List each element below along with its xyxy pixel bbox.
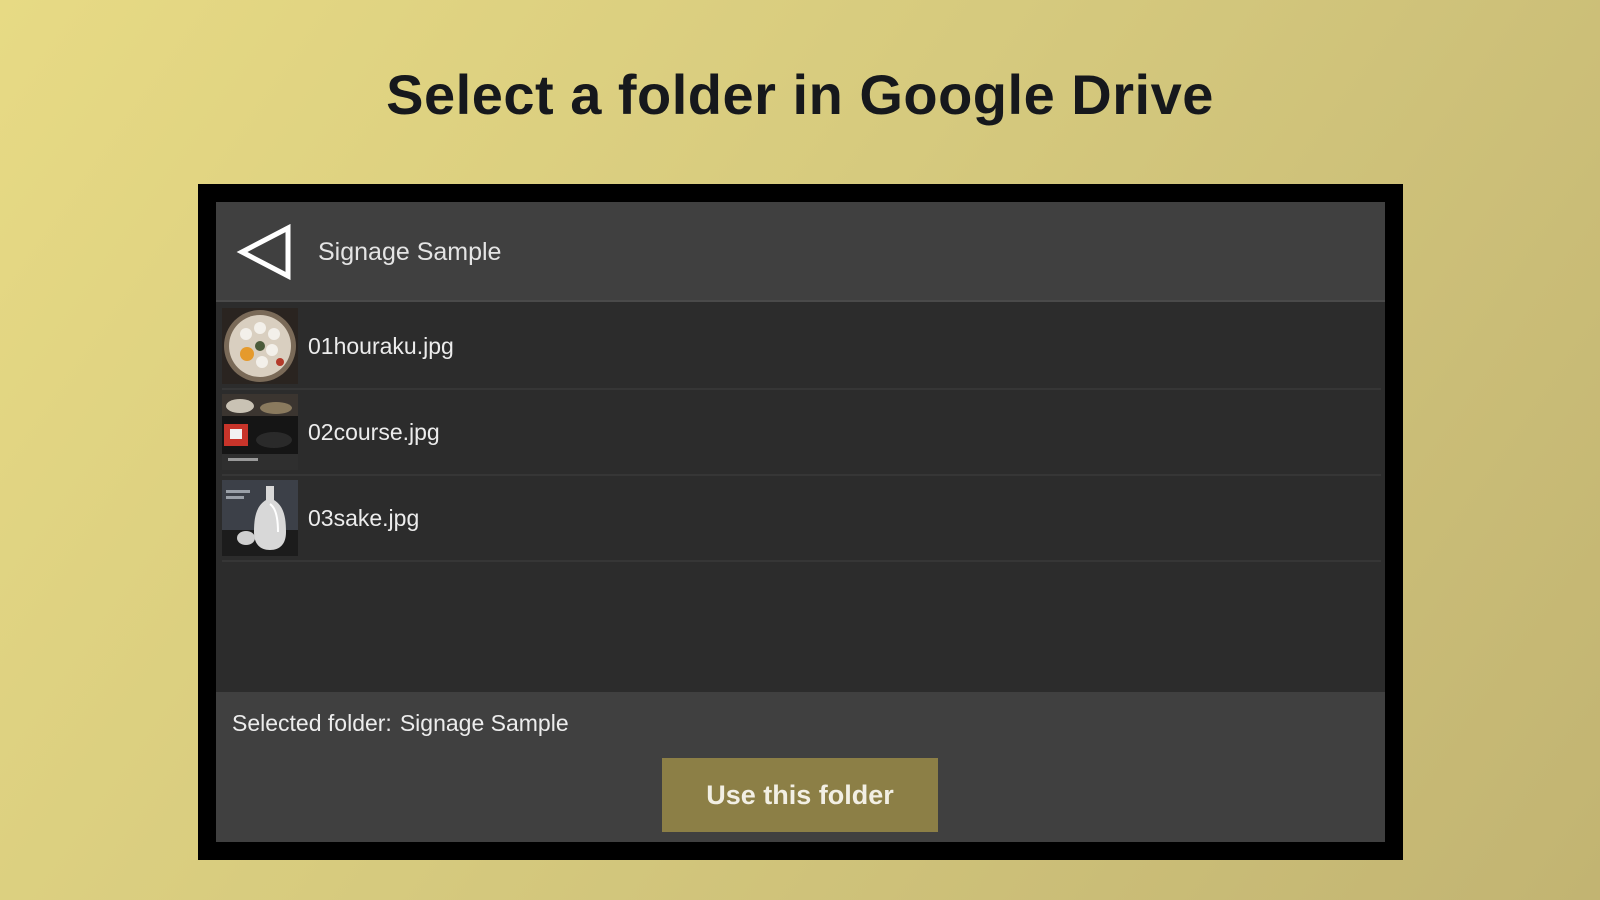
page-title: Select a folder in Google Drive — [386, 63, 1214, 126]
sake-bottle-thumbnail — [222, 480, 298, 556]
file-name: 02course.jpg — [308, 419, 440, 445]
file-list: 01houraku.jpg 02course.jpg 03sake.jpg — [222, 304, 1381, 562]
sushi-platter-thumbnail — [222, 308, 298, 384]
file-row[interactable]: 03sake.jpg — [222, 476, 1381, 562]
triangle-left-back-icon — [236, 224, 291, 280]
device-frame: Signage Sample 01houraku.jpg 02course.jp… — [198, 184, 1403, 860]
footer-panel: Selected folder: Signage Sample Use this … — [216, 692, 1385, 842]
selected-folder-caption: Selected folder: — [232, 710, 392, 736]
selected-folder-label: Selected folder: Signage Sample — [232, 710, 569, 737]
file-row[interactable]: 01houraku.jpg — [222, 304, 1381, 390]
use-this-folder-button[interactable]: Use this folder — [662, 758, 938, 832]
selected-folder-value: Signage Sample — [399, 710, 569, 736]
current-folder-title: Signage Sample — [318, 238, 502, 266]
course-meal-thumbnail — [222, 394, 298, 470]
folder-header: Signage Sample — [216, 202, 1385, 302]
file-row[interactable]: 02course.jpg — [222, 390, 1381, 476]
file-name: 01houraku.jpg — [308, 333, 454, 359]
back-button[interactable] — [236, 224, 296, 280]
folder-picker-dialog: Signage Sample 01houraku.jpg 02course.jp… — [216, 202, 1385, 842]
file-name: 03sake.jpg — [308, 505, 420, 531]
